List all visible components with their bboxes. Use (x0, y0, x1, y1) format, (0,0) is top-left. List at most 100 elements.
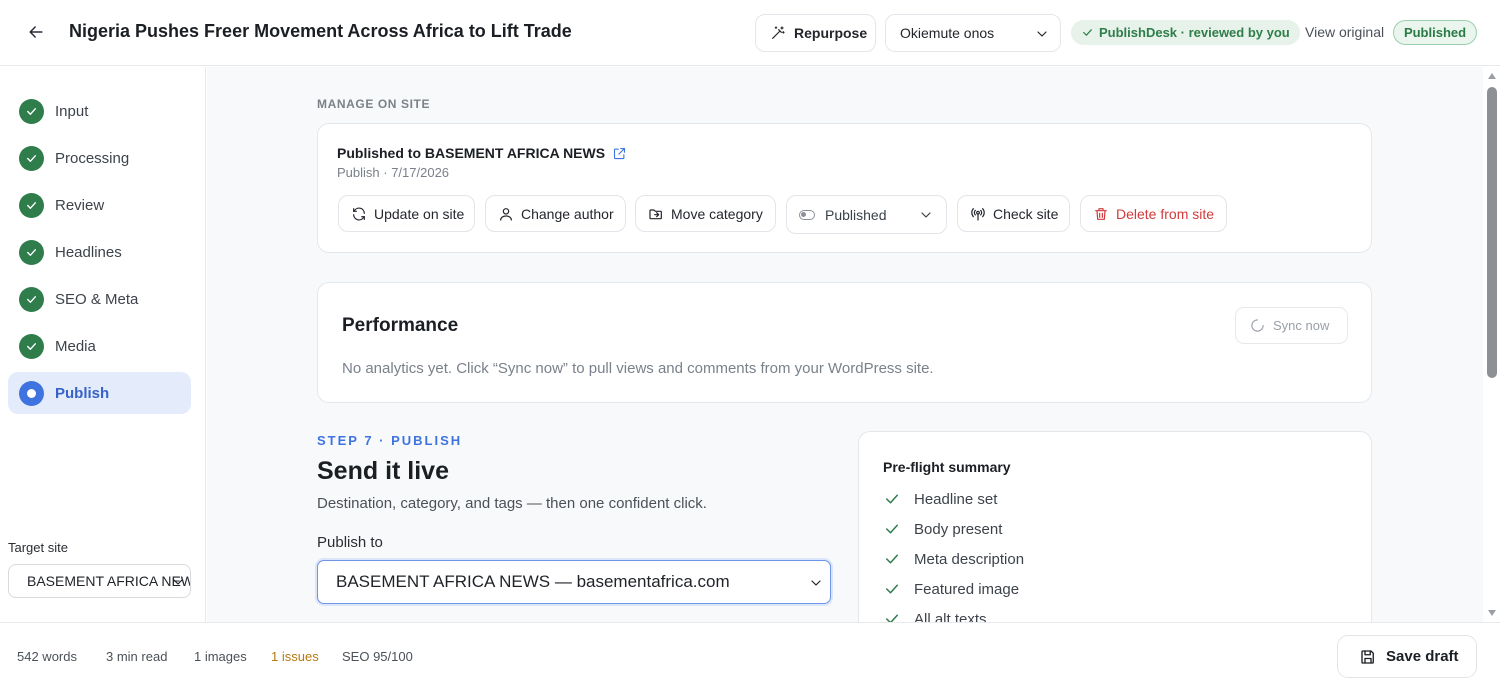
delete-from-site-label: Delete from site (1116, 205, 1215, 222)
step-complete-icon (19, 333, 44, 359)
update-on-site-button[interactable]: Update on site (338, 195, 475, 232)
publish-to-label: Publish to (317, 534, 383, 551)
sidebar-item-label: Input (55, 102, 89, 120)
step-current-icon (19, 380, 44, 406)
move-category-label: Move category (671, 205, 763, 222)
check-site-label: Check site (993, 205, 1059, 222)
performance-card: Performance Sync now No analytics yet. C… (317, 282, 1372, 403)
broadcast-icon (970, 206, 986, 222)
publish-to-select[interactable]: BASEMENT AFRICA NEWS — basementafrica.co… (317, 560, 831, 604)
post-status-value: Published (825, 206, 887, 223)
target-site-select[interactable]: BASEMENT AFRICA NEWS (8, 564, 191, 598)
view-original-link[interactable]: View original (1305, 24, 1384, 40)
sidebar-item-label: Review (55, 196, 105, 214)
sidebar-item-input[interactable]: Input (8, 90, 191, 132)
update-on-site-label: Update on site (374, 205, 465, 222)
check-icon (883, 580, 901, 598)
scroll-down-arrow-icon[interactable] (1486, 606, 1498, 618)
list-item: All alt texts (883, 610, 987, 622)
sidebar-item-processing[interactable]: Processing (8, 137, 191, 179)
author-select[interactable]: Okiemute onos (885, 14, 1061, 52)
preflight-item-label: Body present (914, 520, 1003, 538)
sidebar-item-label: Headlines (55, 243, 122, 261)
check-icon (883, 550, 901, 568)
performance-title: Performance (342, 315, 459, 336)
post-status-select[interactable]: Published (786, 195, 947, 234)
repurpose-button[interactable]: Repurpose (755, 14, 876, 52)
preflight-item-label: Headline set (914, 490, 998, 508)
back-arrow-icon[interactable] (24, 20, 48, 44)
sidebar-item-label: SEO & Meta (55, 290, 139, 308)
preflight-item-label: All alt texts (914, 610, 987, 623)
main-content: MANAGE ON SITE Published to BASEMENT AFR… (207, 67, 1483, 622)
scrollbar-thumb[interactable] (1487, 87, 1497, 378)
chevron-down-icon (170, 574, 186, 590)
sync-now-label: Sync now (1273, 318, 1330, 333)
move-category-button[interactable]: Move category (635, 195, 776, 232)
published-destination: Published to BASEMENT AFRICA NEWS (337, 145, 627, 161)
image-count: 1 images (194, 649, 247, 664)
list-item: Headline set (883, 490, 997, 508)
issue-count[interactable]: 1 issues (271, 649, 319, 664)
target-site-label: Target site (8, 540, 68, 555)
main-scrollbar[interactable] (1484, 67, 1500, 622)
publish-to-value: BASEMENT AFRICA NEWS — basementafrica.co… (336, 572, 730, 591)
top-bar: Nigeria Pushes Freer Movement Across Afr… (0, 0, 1500, 66)
status-badge: Published (1393, 20, 1477, 45)
reviewed-badge-label: PublishDesk · reviewed by you (1099, 25, 1290, 40)
preflight-item-label: Meta description (914, 550, 1025, 568)
chevron-down-icon (918, 207, 934, 223)
sidebar-item-label: Publish (55, 384, 110, 402)
sidebar-item-label: Processing (55, 149, 130, 167)
author-value: Okiemute onos (900, 25, 995, 41)
scroll-up-arrow-icon[interactable] (1486, 69, 1498, 81)
save-draft-label: Save draft (1386, 648, 1459, 665)
preflight-summary-card: Pre-flight summary Headline set Body pre… (858, 431, 1372, 622)
preflight-item-label: Featured image (914, 580, 1020, 598)
reviewed-badge: PublishDesk · reviewed by you (1071, 20, 1300, 45)
sidebar-item-review[interactable]: Review (8, 184, 191, 226)
user-icon (498, 206, 514, 222)
sidebar-item-seo-meta[interactable]: SEO & Meta (8, 278, 191, 320)
check-site-button[interactable]: Check site (957, 195, 1070, 232)
step-complete-icon (19, 192, 44, 218)
check-icon (1081, 26, 1094, 39)
publish-date: Publish · 7/17/2026 (337, 165, 450, 180)
sync-now-button[interactable]: Sync now (1235, 307, 1348, 344)
change-author-button[interactable]: Change author (485, 195, 626, 232)
article-title: Nigeria Pushes Freer Movement Across Afr… (69, 21, 572, 41)
save-draft-button[interactable]: Save draft (1337, 635, 1477, 678)
target-site-value: BASEMENT AFRICA NEWS (27, 573, 191, 589)
sidebar-item-label: Media (55, 337, 96, 355)
sidebar-item-publish[interactable]: Publish (8, 372, 191, 414)
toggle-icon (799, 209, 815, 220)
chevron-down-icon (808, 575, 824, 591)
list-item: Featured image (883, 580, 1019, 598)
spinner-icon (1250, 318, 1265, 333)
refresh-icon (351, 206, 367, 222)
published-destination-text: Published to BASEMENT AFRICA NEWS (337, 145, 606, 161)
external-link-icon[interactable] (612, 146, 627, 161)
save-icon (1359, 648, 1377, 666)
trash-icon (1093, 206, 1109, 222)
list-item: Meta description (883, 550, 1024, 568)
publish-heading: Send it live (317, 457, 449, 485)
preflight-title: Pre-flight summary (883, 459, 1011, 475)
list-item: Body present (883, 520, 1002, 538)
seo-score: SEO 95/100 (342, 649, 413, 664)
status-bar: 542 words 3 min read 1 images 1 issues S… (0, 622, 1500, 688)
step-kicker: STEP 7 · PUBLISH (317, 433, 463, 448)
step-complete-icon (19, 239, 44, 265)
steps-sidebar: Input Processing Review Headlines SEO & … (0, 67, 206, 622)
check-icon (883, 610, 901, 622)
step-complete-icon (19, 286, 44, 312)
sidebar-item-media[interactable]: Media (8, 325, 191, 367)
check-icon (883, 490, 901, 508)
delete-from-site-button[interactable]: Delete from site (1080, 195, 1227, 232)
step-complete-icon (19, 145, 44, 171)
step-complete-icon (19, 98, 44, 124)
repurpose-label: Repurpose (794, 25, 868, 41)
sidebar-item-headlines[interactable]: Headlines (8, 231, 191, 273)
chevron-down-icon (1034, 26, 1050, 42)
analytics-empty-state: No analytics yet. Click “Sync now” to pu… (342, 360, 934, 377)
